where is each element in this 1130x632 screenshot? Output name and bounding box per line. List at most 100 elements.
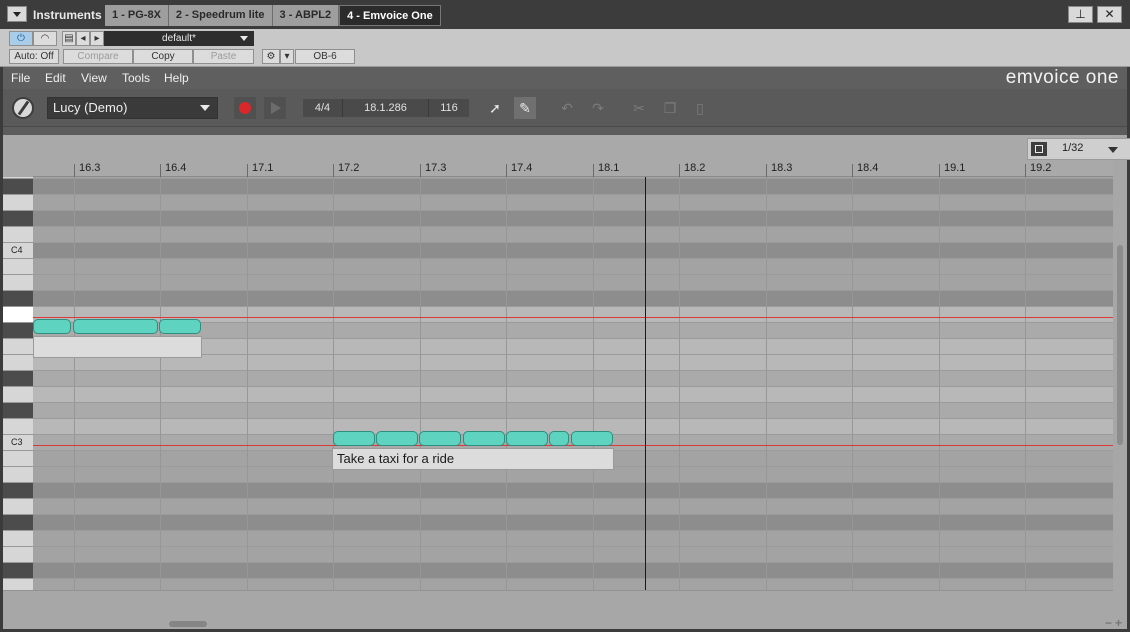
piano-key[interactable] [3, 339, 33, 355]
note-lane[interactable] [33, 179, 1113, 195]
select-tool[interactable]: ➚ [484, 97, 506, 119]
piano-key[interactable] [3, 483, 33, 499]
snap-icon[interactable] [1031, 142, 1047, 156]
preset-list-button[interactable]: ▤ [62, 31, 76, 46]
paste-tool-button[interactable]: ▯ [689, 97, 711, 119]
copy-button[interactable]: Copy [133, 49, 193, 64]
note-block[interactable] [549, 431, 569, 446]
timeline-ruler[interactable]: 1/32 16.3 16.4 17.1 17.2 17.3 17.4 18.1 18.2 18.… [33, 135, 1130, 177]
auto-button[interactable]: Auto: Off [9, 49, 59, 64]
note-block[interactable] [506, 431, 548, 446]
note-lane[interactable] [33, 371, 1113, 387]
menu-file[interactable]: File [11, 71, 30, 85]
preset-select[interactable]: default* [104, 31, 254, 46]
note-lane[interactable] [33, 483, 1113, 499]
piano-key[interactable] [3, 323, 33, 339]
note-lane[interactable] [33, 291, 1113, 307]
note-lane[interactable] [33, 227, 1113, 243]
settings-button[interactable]: ⚙ [262, 49, 280, 64]
note-block[interactable] [419, 431, 461, 446]
piano-key[interactable] [3, 371, 33, 387]
close-button[interactable]: ✕ [1097, 6, 1122, 23]
draw-tool[interactable]: ✎ [514, 97, 536, 119]
note-grid[interactable]: Take a taxi for a ride [33, 177, 1113, 590]
compare-button[interactable]: Compare [63, 49, 133, 64]
tab-pg-8x[interactable]: 1 - PG-8X [105, 5, 169, 26]
menu-edit[interactable]: Edit [45, 71, 66, 85]
undo-button[interactable]: ↶ [556, 97, 578, 119]
preset-prev-button[interactable]: ◂ [76, 31, 90, 46]
tab-emvoice-one[interactable]: 4 - Emvoice One [339, 5, 441, 26]
note-lane[interactable] [33, 195, 1113, 211]
note-lane[interactable] [33, 515, 1113, 531]
settings-dropdown[interactable]: ▾ [280, 49, 294, 64]
tempo[interactable]: 116 [429, 99, 469, 117]
zoom-out-icon[interactable]: − [1105, 616, 1112, 630]
device-name[interactable]: OB-6 [295, 49, 355, 64]
song-position[interactable]: 18.1.286 [343, 99, 429, 117]
lyric-field-2[interactable]: Take a taxi for a ride [332, 448, 614, 470]
piano-keyboard[interactable]: C4 C3 [3, 177, 33, 590]
redo-button[interactable]: ↷ [587, 97, 609, 119]
piano-key[interactable] [3, 403, 33, 419]
cut-button[interactable]: ✂ [628, 97, 650, 119]
emvoice-logo-icon[interactable] [12, 97, 34, 119]
piano-key[interactable] [3, 419, 33, 435]
note-lane[interactable] [33, 499, 1113, 515]
note-lane[interactable] [33, 403, 1113, 419]
piano-key[interactable] [3, 179, 33, 195]
note-block[interactable] [333, 431, 375, 446]
note-lane[interactable] [33, 579, 1113, 590]
piano-key[interactable] [3, 531, 33, 547]
piano-key[interactable] [3, 259, 33, 275]
vertical-scroll-thumb[interactable] [1117, 245, 1123, 445]
piano-key[interactable] [3, 563, 33, 579]
note-block[interactable] [376, 431, 418, 446]
note-lane[interactable] [33, 563, 1113, 579]
note-block[interactable] [571, 431, 613, 446]
piano-key-c3[interactable]: C3 [3, 435, 33, 451]
horizontal-scrollbar[interactable]: − + [3, 590, 1122, 630]
note-lane[interactable] [33, 275, 1113, 291]
piano-key[interactable] [3, 275, 33, 291]
piano-key-c4[interactable]: C4 [3, 243, 33, 259]
menu-tools[interactable]: Tools [122, 71, 150, 85]
host-menu-button[interactable] [7, 6, 27, 22]
piano-key[interactable] [3, 579, 33, 590]
note-block[interactable] [159, 319, 201, 334]
note-lane[interactable] [33, 531, 1113, 547]
piano-key[interactable] [3, 499, 33, 515]
voice-select[interactable]: Lucy (Demo) [47, 97, 218, 119]
vertical-scrollbar[interactable] [1113, 177, 1127, 590]
piano-key[interactable] [3, 195, 33, 211]
horizontal-scroll-thumb[interactable] [169, 621, 207, 627]
piano-key[interactable] [3, 547, 33, 563]
playhead[interactable] [645, 177, 646, 590]
piano-key[interactable] [3, 355, 33, 371]
menu-help[interactable]: Help [164, 71, 189, 85]
note-lane[interactable] [33, 211, 1113, 227]
piano-key[interactable] [3, 291, 33, 307]
tab-speedrum-lite[interactable]: 2 - Speedrum lite [168, 5, 273, 26]
piano-key[interactable] [3, 515, 33, 531]
piano-key[interactable] [3, 451, 33, 467]
play-button[interactable] [264, 97, 286, 119]
note-block[interactable] [73, 319, 158, 334]
paste-button[interactable]: Paste [193, 49, 254, 64]
preset-next-button[interactable]: ▸ [90, 31, 104, 46]
note-lane[interactable] [33, 547, 1113, 563]
note-lane[interactable] [33, 259, 1113, 275]
bypass-button[interactable]: ◠ [33, 31, 57, 46]
time-signature[interactable]: 4/4 [303, 99, 343, 117]
pin-button[interactable]: ⊥ [1068, 6, 1093, 23]
zoom-in-icon[interactable]: + [1115, 616, 1122, 630]
piano-key[interactable] [3, 467, 33, 483]
piano-key[interactable] [3, 211, 33, 227]
piano-key[interactable] [3, 227, 33, 243]
grid-resolution-select[interactable]: 1/32 [1027, 138, 1130, 160]
lyric-field-1[interactable] [33, 336, 202, 358]
record-button[interactable] [234, 97, 256, 119]
note-block[interactable] [33, 319, 71, 334]
note-block[interactable] [463, 431, 505, 446]
piano-key[interactable] [3, 307, 33, 323]
